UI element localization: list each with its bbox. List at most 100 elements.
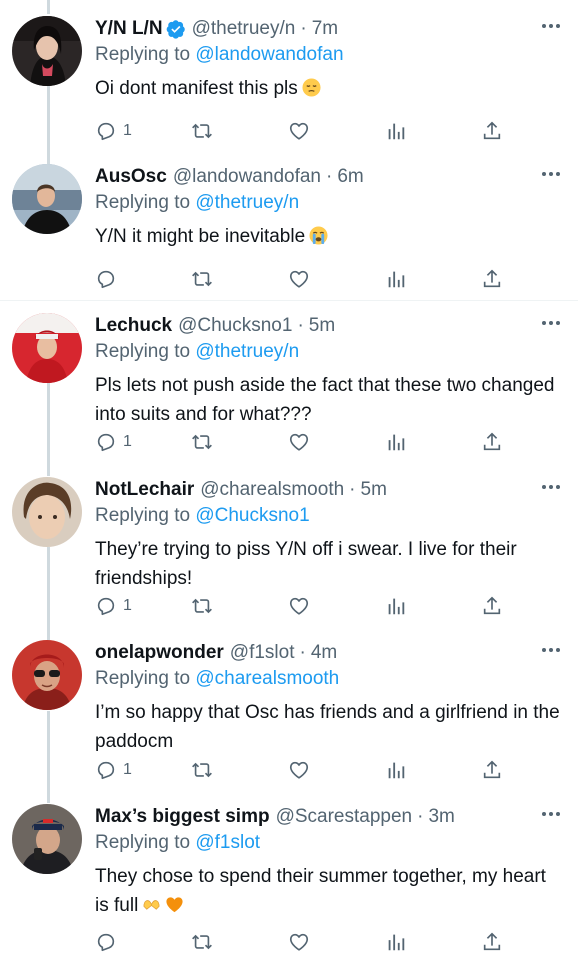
handle[interactable]: @charealsmooth xyxy=(200,479,344,501)
display-name[interactable]: Lechuck xyxy=(95,315,172,337)
divider xyxy=(0,300,578,301)
pensive-face-emoji xyxy=(302,78,321,97)
share-button[interactable] xyxy=(481,429,503,455)
like-button[interactable] xyxy=(288,429,310,455)
timestamp[interactable]: 5m xyxy=(361,479,387,501)
thread-line-5 xyxy=(47,711,50,803)
handle[interactable]: @thetruey/n xyxy=(192,18,296,40)
heart-icon xyxy=(289,122,309,140)
display-name[interactable]: NotLechair xyxy=(95,479,194,501)
handle[interactable]: @Scarestappen xyxy=(276,806,413,828)
reply-button[interactable]: 1 xyxy=(95,757,132,783)
retweet-button[interactable] xyxy=(191,757,213,783)
analytics-button[interactable] xyxy=(385,757,407,783)
avatar[interactable] xyxy=(12,640,82,710)
timestamp[interactable]: 6m xyxy=(337,166,363,188)
replying-to: Replying to @charealsmooth xyxy=(95,668,340,689)
share-button[interactable] xyxy=(481,118,503,144)
timestamp[interactable]: 5m xyxy=(309,315,335,337)
mention-link[interactable]: @Chucksno1 xyxy=(195,505,309,526)
share-button[interactable] xyxy=(481,593,503,619)
handle[interactable]: @landowandofan xyxy=(173,166,321,188)
like-button[interactable] xyxy=(288,757,310,783)
retweet-button[interactable] xyxy=(191,593,213,619)
handle[interactable]: @f1slot xyxy=(230,642,295,664)
more-icon[interactable] xyxy=(538,164,564,184)
tweet-actions: 1 xyxy=(95,429,510,455)
retweet-button[interactable] xyxy=(191,118,213,144)
reply-count: 1 xyxy=(123,597,132,614)
reply-button[interactable]: 1 xyxy=(95,118,132,144)
share-button[interactable] xyxy=(481,757,503,783)
timestamp[interactable]: 7m xyxy=(312,18,338,40)
handle[interactable]: @Chucksno1 xyxy=(178,315,292,337)
retweet-button[interactable] xyxy=(191,266,213,292)
timestamp[interactable]: 3m xyxy=(428,806,454,828)
like-button[interactable] xyxy=(288,266,310,292)
heart-icon xyxy=(289,761,309,779)
share-icon xyxy=(483,596,501,615)
heart-icon xyxy=(289,270,309,288)
timestamp[interactable]: 4m xyxy=(311,642,337,664)
display-name[interactable]: onelapwonder xyxy=(95,642,224,664)
separator: · xyxy=(299,642,306,663)
mention-link[interactable]: @thetruey/n xyxy=(195,192,299,213)
reply-count: 1 xyxy=(123,761,132,778)
avatar[interactable] xyxy=(12,16,82,86)
retweet-icon xyxy=(192,762,212,778)
reply-button[interactable] xyxy=(95,266,123,292)
mention-link[interactable]: @charealsmooth xyxy=(195,668,339,689)
replying-to: Replying to @f1slot xyxy=(95,832,261,853)
more-icon[interactable] xyxy=(538,16,564,36)
analytics-button[interactable] xyxy=(385,429,407,455)
like-button[interactable] xyxy=(288,118,310,144)
separator: · xyxy=(417,806,424,827)
thread-line-3 xyxy=(47,383,50,476)
analytics-button[interactable] xyxy=(385,118,407,144)
display-name[interactable]: AusOsc xyxy=(95,166,167,188)
display-name[interactable]: Max’s biggest simp xyxy=(95,806,270,828)
reply-button[interactable] xyxy=(95,929,123,955)
reply-button[interactable]: 1 xyxy=(95,429,132,455)
share-button[interactable] xyxy=(481,266,503,292)
avatar[interactable] xyxy=(12,164,82,234)
avatar[interactable] xyxy=(12,804,82,874)
reply-icon xyxy=(97,761,115,780)
like-button[interactable] xyxy=(288,929,310,955)
thread-line-1 xyxy=(47,86,50,164)
more-icon[interactable] xyxy=(538,313,564,333)
heart-icon xyxy=(289,433,309,451)
avatar[interactable] xyxy=(12,313,82,383)
analytics-button[interactable] xyxy=(385,929,407,955)
reply-button[interactable]: 1 xyxy=(95,593,132,619)
analytics-button[interactable] xyxy=(385,593,407,619)
mention-link[interactable]: @thetruey/n xyxy=(195,341,299,362)
tweet-actions: 1 xyxy=(95,757,510,783)
share-icon xyxy=(483,932,501,951)
mention-link[interactable]: @landowandofan xyxy=(195,44,343,65)
analytics-button[interactable] xyxy=(385,266,407,292)
heart-icon xyxy=(289,597,309,615)
avatar[interactable] xyxy=(12,477,82,547)
separator: · xyxy=(297,315,304,336)
analytics-icon xyxy=(388,271,405,288)
more-icon[interactable] xyxy=(538,477,564,497)
like-button[interactable] xyxy=(288,593,310,619)
display-name[interactable]: Y/N L/N xyxy=(95,18,163,40)
separator: · xyxy=(300,18,307,39)
tweet-text: They chose to spend their summer togethe… xyxy=(95,866,546,916)
reply-icon xyxy=(97,122,115,141)
retweet-icon xyxy=(192,271,212,287)
heart-icon xyxy=(289,933,309,951)
retweet-button[interactable] xyxy=(191,429,213,455)
reply-icon xyxy=(97,933,115,952)
thread-line-top xyxy=(47,0,50,14)
reply-icon xyxy=(97,270,115,289)
more-icon[interactable] xyxy=(538,804,564,824)
share-button[interactable] xyxy=(481,929,503,955)
orange-heart-emoji xyxy=(166,897,183,913)
tweet-actions: 1 xyxy=(95,593,510,619)
retweet-button[interactable] xyxy=(191,929,213,955)
mention-link[interactable]: @f1slot xyxy=(195,832,260,853)
more-icon[interactable] xyxy=(538,640,564,660)
